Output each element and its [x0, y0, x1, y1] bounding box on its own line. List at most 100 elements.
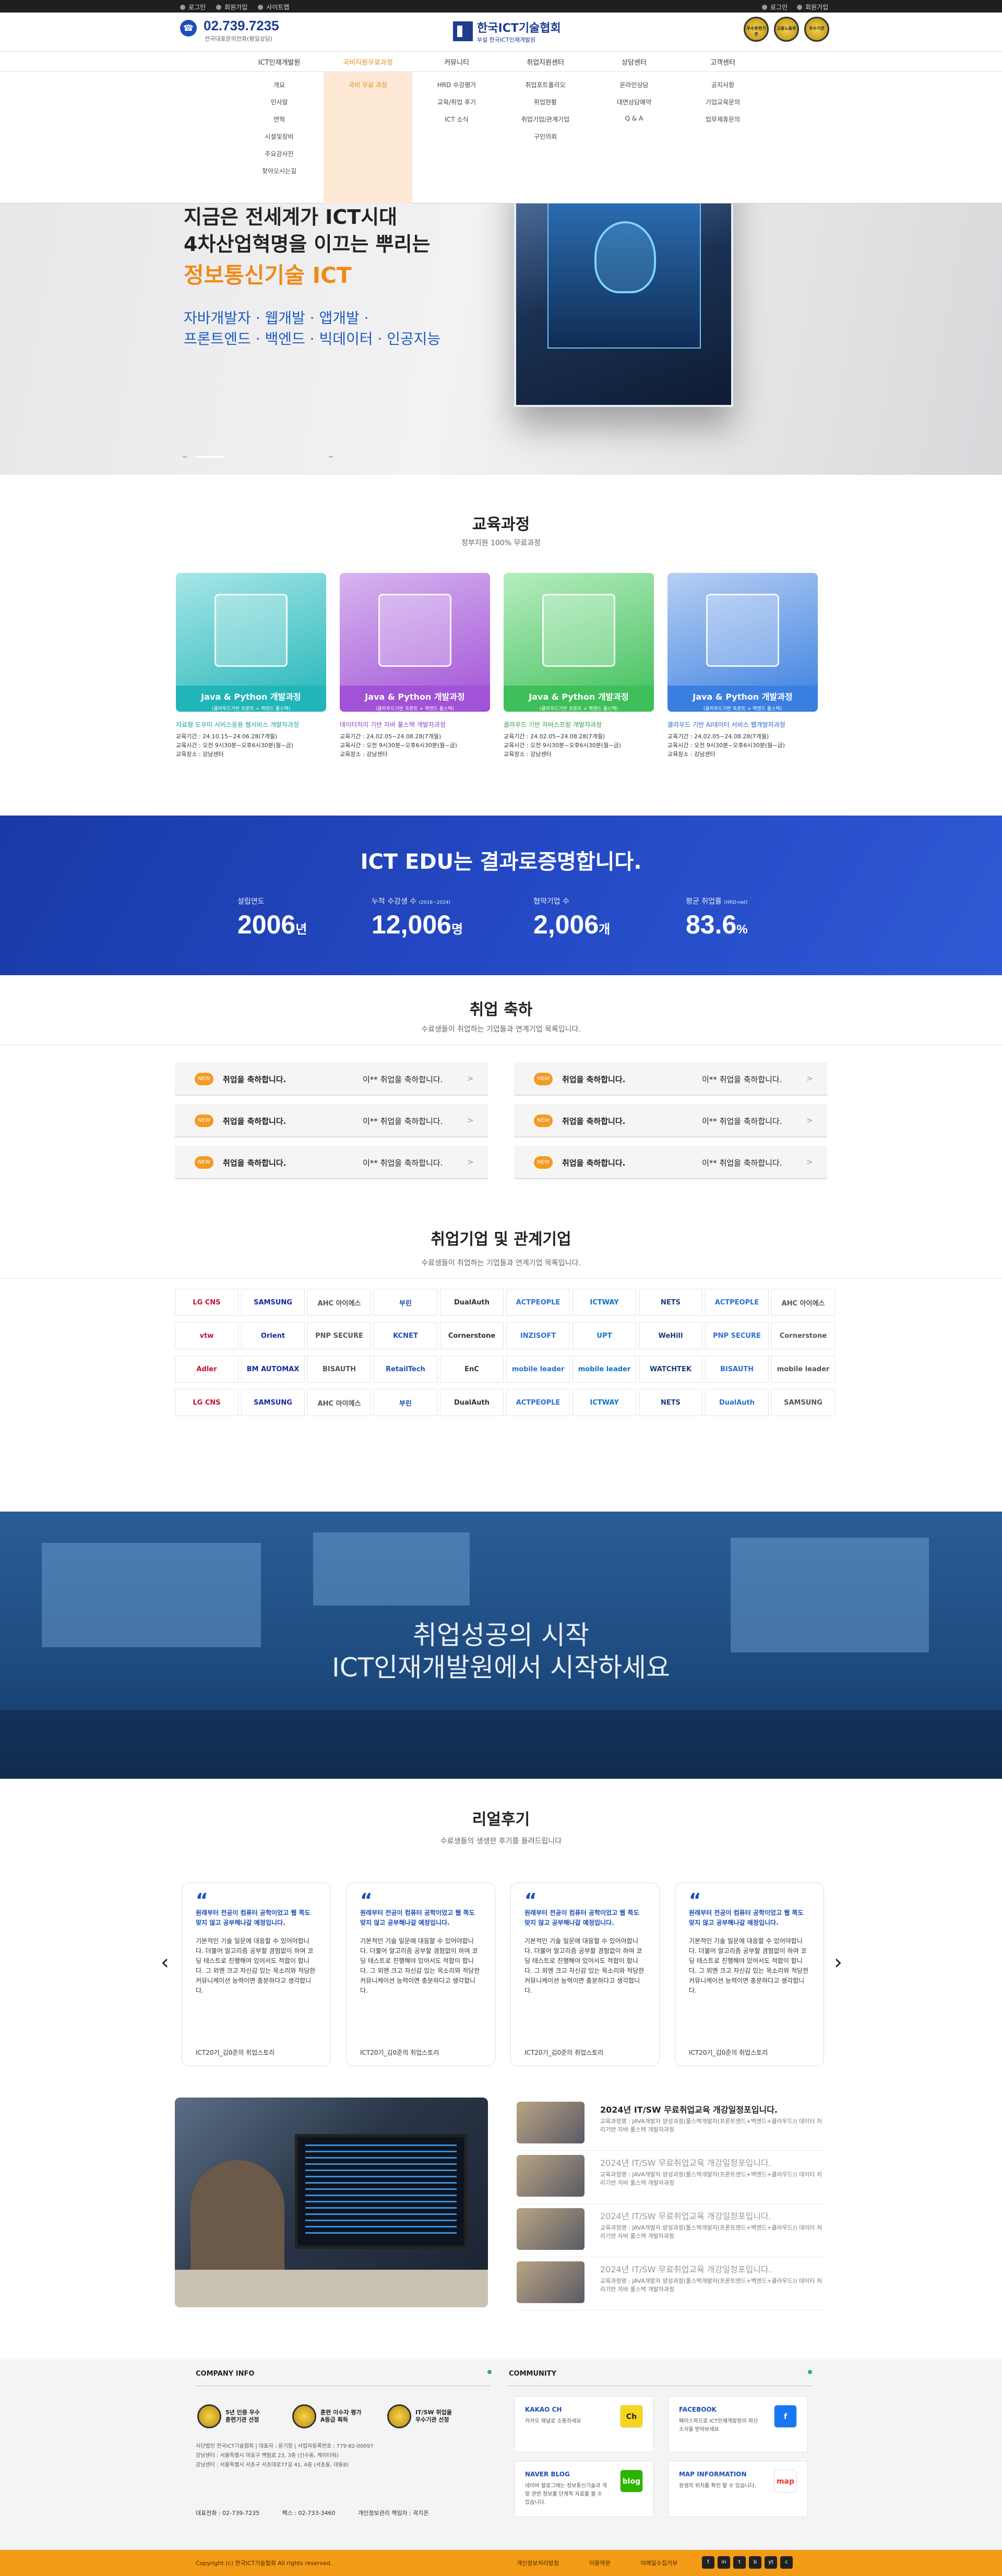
topbar-link-join[interactable]: 회원가입 — [216, 3, 247, 11]
course-card[interactable]: Java & Python 개발과정 (클라우드기반 프론트 + 백엔드 풀스택)… — [340, 573, 490, 759]
stat-label: 평균 취업률 — [686, 897, 722, 906]
site-logo[interactable]: 한국ICT기술협회 부설 한국ICT인재개발원 — [453, 19, 561, 44]
new-badge: NEW — [195, 1115, 213, 1127]
submenu-item[interactable]: 시설및장비 — [235, 132, 324, 141]
nav-item-about[interactable]: ICT인재개발원 — [235, 57, 324, 67]
submenu-item[interactable]: 찾아오시는길 — [235, 166, 324, 175]
submenu-item[interactable]: 국비 무료 과정 — [324, 80, 412, 89]
course-title[interactable]: 자료형 도우미 서비스응용 웹서비스 개발자과정 — [176, 720, 326, 729]
submenu-item[interactable]: 업무제휴문의 — [678, 115, 767, 124]
course-label: Java & Python 개발과정 (클라우드기반 프론트 + 백엔드 풀스택) — [176, 686, 326, 712]
employment-item[interactable]: NEW 취업을 축하합니다. 이** 취업을 축하합니다. > — [175, 1146, 488, 1179]
topbar-link-sitemap[interactable]: 사이트맵 — [258, 3, 289, 11]
company-logo: SAMSUNG — [241, 1389, 305, 1416]
topbar-link-login[interactable]: 로그인 — [180, 3, 206, 11]
news-item[interactable]: 2024년 IT/SW 무료취업교육 개강일정포입니다. 교육과정명 : JAVA… — [517, 2208, 827, 2257]
twitter-icon[interactable]: t — [733, 2556, 746, 2569]
nav-item-job-center[interactable]: 취업지원센터 — [501, 57, 590, 67]
submenu-item[interactable]: 기업교육문의 — [678, 98, 767, 106]
company-logo: PNP SECURE — [307, 1322, 371, 1349]
carousel-prev-button[interactable]: ‹ — [161, 1950, 169, 1974]
submenu-item[interactable]: 교육/취업 후기 — [412, 98, 501, 106]
community-map[interactable]: MAP INFORMATION 원생의 위치를 확인 할 수 있습니다. map — [668, 2461, 808, 2517]
company-info-line: 사단법인 한국ICT기술협회 | 대표자 : 윤기정 | 사업자등록번호 : 7… — [196, 2443, 374, 2449]
submenu-item[interactable]: 취업기업/관계기업 — [501, 115, 590, 124]
employment-item[interactable]: NEW 취업을 축하합니다. 이** 취업을 축하합니다. > — [514, 1062, 827, 1096]
news-feature-image[interactable] — [175, 2098, 488, 2307]
logo-subtitle: 부설 한국ICT인재개발원 — [477, 37, 536, 43]
company-contact: 대표전화 : 02-739-7235 팩스 : 02-733-3460 개인정보… — [196, 2509, 429, 2517]
mega-menu-dropdown: 개요 인사말 연혁 시설및장비 주요강사진 찾아오시는길 국비 무료 과정 HR… — [0, 72, 1002, 203]
nav-item-consult[interactable]: 상담센터 — [590, 57, 678, 67]
course-title[interactable]: 데이터처리 기반 자바 풀스택 개발자과정 — [340, 720, 490, 729]
kakao-icon[interactable]: c — [780, 2556, 793, 2569]
news-item[interactable]: 2024년 IT/SW 무료취업교육 개강일정포입니다. 교육과정명 : JAVA… — [517, 2261, 827, 2310]
slide-indicator[interactable] — [183, 456, 187, 458]
course-title[interactable]: 클라우드 기반 AI데이터 서비스 웹개발자과정 — [667, 720, 818, 729]
social-links: f in t b yt c — [702, 2556, 793, 2569]
community-kakao[interactable]: KAKAO CH 카카오 채널로 소통하세요 Ch — [514, 2396, 654, 2452]
submenu-item[interactable]: 개요 — [235, 80, 324, 89]
submenu-item[interactable]: ICT 소식 — [412, 115, 501, 124]
topbar-right-login[interactable]: 로그인 — [762, 3, 788, 11]
review-card[interactable]: “원래부터 전공이 컴퓨터 공학이었고 웹 쪽도 맞지 않고 공부해나갈 예정입… — [510, 1883, 660, 2066]
employment-item[interactable]: NEW 취업을 축하합니다. 이** 취업을 축하합니다. > — [175, 1062, 488, 1096]
privacy-policy-link[interactable]: 개인정보처리방침 — [517, 2559, 559, 2567]
nav-item-community[interactable]: 커뮤니티 — [412, 57, 501, 67]
community-desc: 네이버 블로그에는 정보통신기술과 개발 관련 정보를 단계적 자료를 볼 수 … — [525, 2483, 607, 2506]
submenu-item[interactable]: 구인의뢰 — [501, 132, 590, 141]
review-card[interactable]: “원래부터 전공이 컴퓨터 공학이었고 웹 쪽도 맞지 않고 공부해나갈 예정입… — [346, 1883, 495, 2066]
nav-item-customer[interactable]: 고객센터 — [678, 57, 767, 67]
community-naver-blog[interactable]: NAVER BLOG 네이버 블로그에는 정보통신기술과 개발 관련 정보를 단계… — [514, 2461, 654, 2517]
employment-item[interactable]: NEW 취업을 축하합니다. 이** 취업을 축하합니다. > — [514, 1146, 827, 1179]
email-refusal-link[interactable]: 이메일수집거부 — [640, 2559, 677, 2567]
submenu-item[interactable]: 취업현황 — [501, 98, 590, 106]
company-logo: ACTPEOPLE — [506, 1289, 570, 1316]
news-item[interactable]: 2024년 IT/SW 무료취업교육 개강일정포입니다. 교육과정명 : JAVA… — [517, 2102, 827, 2151]
hero-banner: 지금은 전세계가 ICT시대 4차산업혁명을 이끄는 뿌리는 정보통신기술 IC… — [0, 203, 1002, 475]
company-logo: BM AUTOMAX — [241, 1356, 305, 1383]
course-card[interactable]: Java & Python 개발과정 (클라우드기반 프론트 + 백엔드 풀스택)… — [176, 573, 326, 759]
submenu-item[interactable]: 대면상담예약 — [590, 98, 678, 106]
submenu-item[interactable]: HRD 수강평가 — [412, 80, 501, 89]
slide-indicator[interactable] — [329, 456, 333, 458]
phone-number[interactable]: 02.739.7235 — [204, 18, 279, 34]
course-place: 교육장소 : 강남센터 — [176, 751, 224, 758]
review-card[interactable]: “원래부터 전공이 컴퓨터 공학이었고 웹 쪽도 맞지 않고 공부해나갈 예정입… — [675, 1883, 824, 2066]
topbar-right-join[interactable]: 회원가입 — [797, 3, 828, 11]
employment-item[interactable]: NEW 취업을 축하합니다. 이** 취업을 축하합니다. > — [175, 1104, 488, 1137]
employment-item[interactable]: NEW 취업을 축하합니다. 이** 취업을 축하합니다. > — [514, 1104, 827, 1137]
submenu-item[interactable]: 주요강사진 — [235, 149, 324, 158]
new-badge: NEW — [195, 1156, 213, 1169]
footer-fax: 팩스 : 02-733-3460 — [282, 2510, 336, 2517]
carousel-next-button[interactable]: › — [834, 1950, 842, 1974]
community-facebook[interactable]: FACEBOOK 페이스북으로 ICT인재개발원의 최신 소식을 받아보세요 f — [668, 2396, 808, 2452]
course-card[interactable]: Java & Python 개발과정 (클라우드기반 프론트 + 백엔드 풀스택)… — [667, 573, 818, 759]
course-label: Java & Python 개발과정 (클라우드기반 프론트 + 백엔드 풀스택) — [504, 686, 654, 712]
course-title[interactable]: 클라우드 기반 자바스프링 개발자과정 — [504, 720, 654, 729]
review-quote: 원래부터 전공이 컴퓨터 공학이었고 웹 쪽도 맞지 않고 공부해나갈 예정입니… — [689, 1909, 804, 1926]
companies-title: 취업기업 및 관계기업 — [431, 1230, 571, 1249]
nav-item-free-course[interactable]: 국비지원무료과정 — [324, 57, 412, 67]
submenu-item[interactable]: 인사말 — [235, 98, 324, 106]
blog-icon[interactable]: b — [749, 2556, 761, 2569]
review-card[interactable]: “원래부터 전공이 컴퓨터 공학이었고 웹 쪽도 맞지 않고 공부해나갈 예정입… — [182, 1883, 331, 2066]
review-quote: 원래부터 전공이 컴퓨터 공학이었고 웹 쪽도 맞지 않고 공부해나갈 예정입니… — [524, 1909, 639, 1926]
submenu-item[interactable]: 취업포트폴리오 — [501, 80, 590, 89]
submenu-item[interactable]: 연혁 — [235, 115, 324, 124]
submenu-item[interactable]: 온라인상담 — [590, 80, 678, 89]
company-logo: vtw — [175, 1322, 238, 1349]
news-title: 2024년 IT/SW 무료취업교육 개강일정포입니다. — [600, 2211, 771, 2221]
slide-indicator-active[interactable] — [195, 456, 224, 458]
submenu-item[interactable]: 공지사항 — [678, 80, 767, 89]
youtube-icon[interactable]: yt — [765, 2556, 777, 2569]
news-item[interactable]: 2024년 IT/SW 무료취업교육 개강일정포입니다. 교육과정명 : JAVA… — [517, 2155, 827, 2204]
terms-link[interactable]: 이용약관 — [589, 2559, 610, 2567]
instagram-icon[interactable]: in — [718, 2556, 730, 2569]
facebook-icon[interactable]: f — [702, 2556, 714, 2569]
submenu-item[interactable]: Q & A — [590, 115, 678, 122]
course-info: 교육기간 : 24.02.05~24.08.28(7개월) 교육시간 : 오전 9… — [504, 732, 654, 759]
stat-unit: % — [736, 922, 748, 937]
course-card[interactable]: Java & Python 개발과정 (클라우드기반 프론트 + 백엔드 풀스택)… — [504, 573, 654, 759]
employment-title: 취업 축하 — [469, 1001, 533, 1019]
